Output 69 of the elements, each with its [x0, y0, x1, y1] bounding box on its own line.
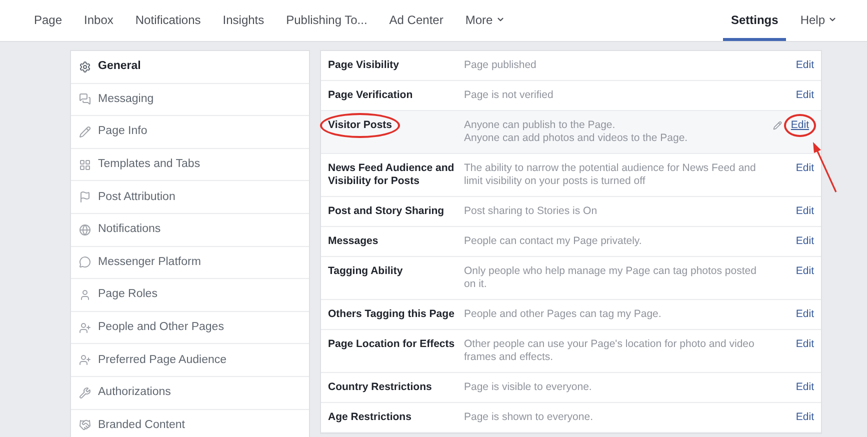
setting-label: Country Restrictions	[328, 381, 432, 394]
nav-tab[interactable]: More	[457, 1, 513, 41]
setting-label: Others Tagging this Page	[328, 308, 454, 321]
setting-label: Page Location for Effects	[328, 338, 455, 351]
setting-label: Page Visibility	[328, 59, 400, 72]
grid-icon	[79, 158, 91, 171]
sidebar-item[interactable]: Branded Content	[71, 410, 309, 437]
wrench-icon	[79, 386, 91, 399]
speech-bubble-icon	[79, 256, 91, 268]
sidebar-item[interactable]: People and Other Pages	[71, 312, 309, 344]
annotation-arrow	[812, 142, 838, 194]
setting-description: Post sharing to Stories is On	[464, 205, 598, 218]
add-person-icon	[79, 322, 91, 334]
setting-description: Page published	[464, 59, 538, 72]
edit-link[interactable]: Edit	[786, 116, 814, 135]
setting-label: News Feed Audience and Visibility for Posts	[328, 162, 456, 188]
setting-description: Other people can use your Page's location for photo and video frames and effects.	[464, 338, 756, 364]
setting-label: Messages	[328, 235, 378, 248]
sidebar-item[interactable]: Messenger Platform	[71, 246, 309, 280]
setting-description: Anyone can publish to the Page.	[464, 119, 616, 132]
setting-label: Page Verification	[328, 89, 413, 102]
sidebar-item[interactable]: General	[71, 51, 309, 84]
settings-icon	[79, 60, 91, 73]
edit-link[interactable]: Edit	[796, 162, 814, 175]
setting-label: Age Restrictions	[328, 411, 412, 424]
edit-link[interactable]: Edit	[796, 338, 814, 351]
nav-tab[interactable]: Publishing To...	[278, 1, 376, 41]
handshake-icon	[79, 419, 91, 432]
nav-tab[interactable]: Ad Center	[381, 1, 452, 41]
add-person-icon	[79, 354, 91, 366]
flag-icon	[79, 191, 91, 204]
nav-tab[interactable]: Insights	[214, 1, 272, 41]
edit-link[interactable]: Edit	[796, 381, 814, 394]
nav-tab[interactable]: Notifications	[127, 1, 209, 41]
edit-link[interactable]: Edit	[796, 265, 814, 278]
chat-icon	[79, 93, 91, 106]
nav-tab[interactable]: Settings	[722, 1, 786, 41]
sidebar-item[interactable]: Authorizations	[71, 376, 309, 410]
setting-description: Page is shown to everyone.	[464, 411, 594, 424]
person-icon	[79, 288, 91, 301]
setting-label: Post and Story Sharing	[328, 205, 444, 218]
edit-link[interactable]: Edit	[796, 235, 814, 248]
setting-description: Page is visible to everyone.	[464, 381, 593, 394]
setting-description: Only people who help manage my Page can tag photos posted on it.	[464, 265, 758, 291]
sidebar-item[interactable]: Notifications	[71, 214, 309, 247]
setting-label: Tagging Ability	[328, 265, 403, 278]
sidebar-item[interactable]: Page Info	[71, 116, 309, 149]
setting-description: People and other Pages can tag my Page.	[464, 308, 662, 321]
nav-tab[interactable]: Help	[792, 1, 845, 41]
setting-description: People can contact my Page privately.	[464, 235, 643, 248]
edit-link[interactable]: Edit	[796, 89, 814, 102]
setting-description: Page is not verified	[464, 89, 554, 102]
nav-tab[interactable]: Page	[26, 1, 70, 41]
edit-link[interactable]: Edit	[796, 308, 814, 321]
sidebar-item[interactable]: Messaging	[71, 84, 309, 116]
pencil-icon	[79, 126, 91, 138]
edit-link[interactable]: Edit	[796, 411, 814, 424]
edit-link[interactable]: Edit	[796, 205, 814, 218]
setting-description: Anyone can add photos and videos to the Page.	[464, 132, 689, 145]
nav-tab[interactable]: Inbox	[76, 1, 122, 41]
sidebar-item[interactable]: Preferred Page Audience	[71, 344, 309, 377]
setting-label: Visitor Posts	[322, 115, 398, 136]
sidebar-item[interactable]: Templates and Tabs	[71, 148, 309, 182]
sidebar-item[interactable]: Page Roles	[71, 279, 309, 312]
globe-icon	[79, 224, 91, 236]
setting-description: The ability to narrow the potential audience for News Feed and limit visibility on your posts is turned off	[464, 162, 757, 188]
pencil-icon	[772, 121, 782, 130]
edit-link[interactable]: Edit	[796, 59, 814, 72]
sidebar-item[interactable]: Post Attribution	[71, 181, 309, 214]
